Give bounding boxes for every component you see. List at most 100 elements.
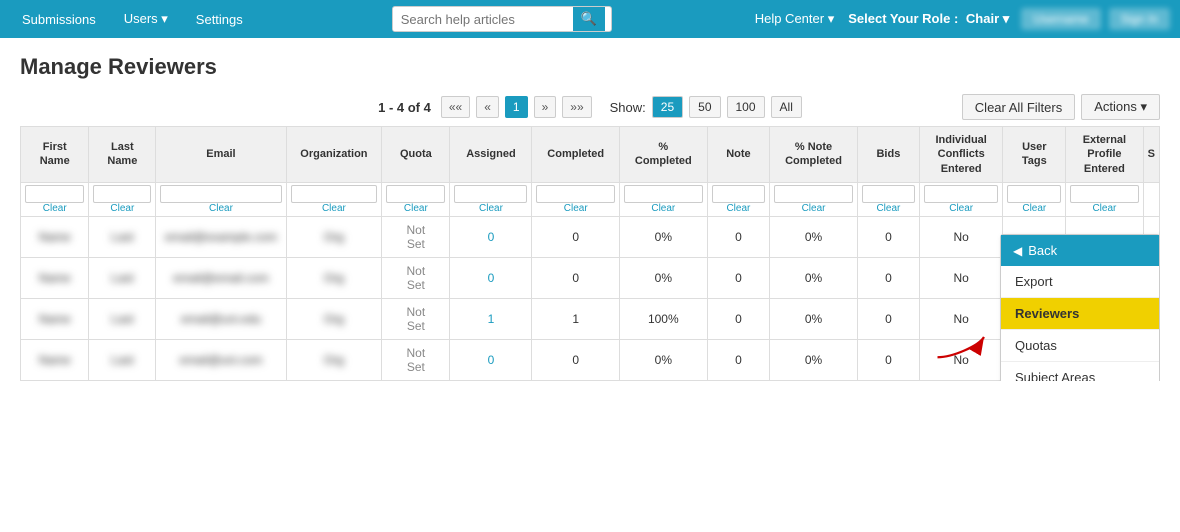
col-note: Note: [707, 127, 770, 183]
filter-bids-clear[interactable]: Clear: [862, 203, 915, 214]
table-row: Name Last email@email.com Org NotSet 0 0…: [21, 257, 1160, 298]
search-wrapper: 🔍: [259, 6, 745, 32]
show-25[interactable]: 25: [652, 96, 683, 118]
cell-org-1: Org: [286, 216, 382, 257]
filter-completed-input[interactable]: [536, 185, 615, 203]
filter-first-input[interactable]: [25, 185, 84, 203]
filter-pct-note-input[interactable]: [774, 185, 853, 203]
nav-bar: Submissions Users Settings 🔍 Help Center…: [0, 0, 1180, 38]
filter-pct: Clear: [620, 182, 708, 216]
col-last-name: LastName: [89, 127, 156, 183]
col-pct-note: % NoteCompleted: [770, 127, 858, 183]
cell-pct-2: 0%: [620, 257, 708, 298]
dropdown-subject-areas[interactable]: Subject Areas: [1001, 362, 1159, 381]
filter-first-clear[interactable]: Clear: [25, 203, 84, 214]
cell-pct-note-1: 0%: [770, 216, 858, 257]
dropdown-export[interactable]: Export: [1001, 266, 1159, 298]
cell-last-2: Last: [89, 257, 156, 298]
cell-conflicts-4: No: [920, 339, 1003, 380]
dropdown-back-button[interactable]: ◀ Back: [1001, 235, 1159, 266]
clear-filters-button[interactable]: Clear All Filters: [962, 94, 1075, 120]
col-quota: Quota: [382, 127, 450, 183]
col-pct-completed: %Completed: [620, 127, 708, 183]
pagination-first[interactable]: ««: [441, 96, 470, 118]
filter-note-clear[interactable]: Clear: [712, 203, 766, 214]
filter-note-input[interactable]: [712, 185, 766, 203]
cell-email-3: email@uni.edu: [156, 298, 286, 339]
cell-note-4: 0: [707, 339, 770, 380]
nav-right: Help Center Select Your Role : Chair Use…: [749, 3, 1170, 35]
filter-org-input[interactable]: [291, 185, 378, 203]
controls-right: Clear All Filters Actions: [962, 94, 1160, 120]
show-50[interactable]: 50: [689, 96, 720, 118]
user-name: Username: [1021, 8, 1100, 30]
filter-quota-clear[interactable]: Clear: [386, 203, 445, 214]
filter-quota-input[interactable]: [386, 185, 445, 203]
pagination-next[interactable]: »: [534, 96, 557, 118]
cell-assigned-4: 0: [450, 339, 532, 380]
filter-row: Clear Clear Clear Clear: [21, 182, 1160, 216]
sign-in-button[interactable]: Sign In: [1109, 8, 1170, 30]
search-input[interactable]: [393, 8, 573, 31]
filter-pct-clear[interactable]: Clear: [624, 203, 703, 214]
filter-email-input[interactable]: [160, 185, 281, 203]
filter-s: [1143, 182, 1159, 216]
search-button[interactable]: 🔍: [573, 7, 605, 31]
cell-note-2: 0: [707, 257, 770, 298]
filter-last-input[interactable]: [93, 185, 151, 203]
show-100[interactable]: 100: [727, 96, 765, 118]
pagination-current[interactable]: 1: [505, 96, 528, 118]
cell-org-2: Org: [286, 257, 382, 298]
show-all[interactable]: All: [771, 96, 802, 118]
filter-ext-clear[interactable]: Clear: [1070, 203, 1138, 214]
role-dropdown[interactable]: Chair: [962, 11, 1013, 26]
pagination-prev[interactable]: «: [476, 96, 499, 118]
filter-tags-clear[interactable]: Clear: [1007, 203, 1061, 214]
filter-ext-input[interactable]: [1070, 185, 1138, 203]
dropdown-reviewers[interactable]: Reviewers: [1001, 298, 1159, 330]
filter-tags: Clear: [1003, 182, 1066, 216]
filter-last-clear[interactable]: Clear: [93, 203, 151, 214]
cell-quota-3: NotSet: [382, 298, 450, 339]
reviewers-table: FirstName LastName Email Organization Qu…: [20, 126, 1160, 381]
filter-completed-clear[interactable]: Clear: [536, 203, 615, 214]
table-row: Name Last email@uni.com Org NotSet 0 0 0…: [21, 339, 1160, 380]
filter-org-clear[interactable]: Clear: [291, 203, 378, 214]
cell-quota-2: NotSet: [382, 257, 450, 298]
show-label: Show:: [610, 100, 646, 115]
nav-users[interactable]: Users: [112, 3, 180, 35]
nav-settings[interactable]: Settings: [184, 4, 255, 35]
cell-email-1: email@example.com: [156, 216, 286, 257]
cell-email-2: email@email.com: [156, 257, 286, 298]
actions-button[interactable]: Actions: [1081, 94, 1160, 120]
cell-assigned-2: 0: [450, 257, 532, 298]
filter-assigned-input[interactable]: [454, 185, 527, 203]
filter-bids-input[interactable]: [862, 185, 915, 203]
filter-pct-input[interactable]: [624, 185, 703, 203]
filter-pct-note-clear[interactable]: Clear: [774, 203, 853, 214]
nav-help-center[interactable]: Help Center: [749, 3, 841, 35]
filter-tags-input[interactable]: [1007, 185, 1061, 203]
filter-assigned-clear[interactable]: Clear: [454, 203, 527, 214]
filter-email: Clear: [156, 182, 286, 216]
col-bids: Bids: [857, 127, 919, 183]
search-box: 🔍: [392, 6, 612, 32]
filter-bids: Clear: [857, 182, 919, 216]
cell-pct-1: 0%: [620, 216, 708, 257]
dropdown-quotas[interactable]: Quotas: [1001, 330, 1159, 362]
table-row: Name Last email@uni.edu Org NotSet 1 1 1…: [21, 298, 1160, 339]
nav-submissions[interactable]: Submissions: [10, 4, 108, 35]
actions-dropdown: ◀ Back Export Reviewers Quotas Subject A…: [1000, 234, 1160, 381]
filter-conflicts-clear[interactable]: Clear: [924, 203, 998, 214]
cell-completed-4: 0: [532, 339, 620, 380]
pagination-last[interactable]: »»: [562, 96, 591, 118]
filter-pct-note: Clear: [770, 182, 858, 216]
cell-bids-4: 0: [857, 339, 919, 380]
filter-first-name: Clear: [21, 182, 89, 216]
filter-ext-profile: Clear: [1066, 182, 1143, 216]
table-controls: 1 - 4 of 4 «« « 1 » »» Show: 25 50 100 A…: [20, 96, 1160, 118]
filter-email-clear[interactable]: Clear: [160, 203, 281, 214]
filter-note: Clear: [707, 182, 770, 216]
cell-pct-note-2: 0%: [770, 257, 858, 298]
filter-conflicts-input[interactable]: [924, 185, 998, 203]
